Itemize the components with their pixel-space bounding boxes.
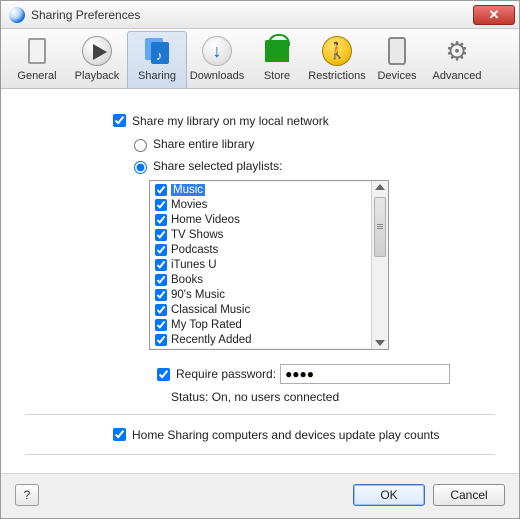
playlist-item[interactable]: Classical Music bbox=[151, 302, 370, 317]
playlist-item-checkbox[interactable] bbox=[155, 199, 167, 211]
playlist-list: Music Movies Home Videos TV Shows Podcasts iT… bbox=[150, 181, 371, 349]
playlist-item[interactable]: My Top Rated bbox=[151, 317, 370, 332]
tab-downloads[interactable]: ↓ Downloads bbox=[187, 31, 247, 88]
password-row: Require password: bbox=[25, 364, 495, 384]
home-sharing-label[interactable]: Home Sharing computers and devices updat… bbox=[132, 428, 440, 442]
playlist-item-checkbox[interactable] bbox=[155, 214, 167, 226]
tab-general[interactable]: General bbox=[7, 31, 67, 88]
password-field[interactable] bbox=[280, 364, 450, 384]
share-library-label[interactable]: Share my library on my local network bbox=[132, 114, 329, 128]
store-icon bbox=[262, 36, 292, 66]
playlist-item-checkbox[interactable] bbox=[155, 259, 167, 271]
playlist-item-label: My Top Rated bbox=[171, 319, 242, 331]
playlist-item-label: Home Videos bbox=[171, 214, 240, 226]
tab-devices-label: Devices bbox=[377, 70, 416, 82]
help-button[interactable]: ? bbox=[15, 484, 39, 506]
tab-advanced[interactable]: ⚙ Advanced bbox=[427, 31, 487, 88]
titlebar: Sharing Preferences ✕ bbox=[1, 1, 519, 29]
tab-general-label: General bbox=[17, 70, 56, 82]
playlist-item-label: Music bbox=[171, 184, 205, 196]
home-sharing-checkbox[interactable] bbox=[113, 428, 126, 441]
playlist-item-checkbox[interactable] bbox=[155, 184, 167, 196]
playlist-item[interactable]: iTunes U bbox=[151, 257, 370, 272]
share-entire-label[interactable]: Share entire library bbox=[153, 137, 254, 151]
playlist-item-label: TV Shows bbox=[171, 229, 223, 241]
status-label: Status: bbox=[171, 390, 208, 404]
playlist-item-label: Podcasts bbox=[171, 244, 218, 256]
tab-store[interactable]: Store bbox=[247, 31, 307, 88]
tab-downloads-label: Downloads bbox=[190, 70, 244, 82]
require-password-label[interactable]: Require password: bbox=[176, 367, 276, 381]
share-selected-label[interactable]: Share selected playlists: bbox=[153, 159, 282, 173]
playlist-item-checkbox[interactable] bbox=[155, 274, 167, 286]
share-library-row: Share my library on my local network bbox=[25, 111, 495, 130]
status-row: Status: On, no users connected bbox=[25, 390, 495, 404]
playlist-item[interactable]: TV Shows bbox=[151, 227, 370, 242]
playlist-scrollbar[interactable] bbox=[371, 181, 388, 349]
tab-playback[interactable]: Playback bbox=[67, 31, 127, 88]
preferences-window: Sharing Preferences ✕ General Playback ♪… bbox=[0, 0, 520, 519]
downloads-icon: ↓ bbox=[202, 36, 232, 66]
share-selected-row: Share selected playlists: bbox=[25, 158, 495, 174]
playlist-item[interactable]: Books bbox=[151, 272, 370, 287]
window-title: Sharing Preferences bbox=[31, 8, 473, 22]
tab-restrictions[interactable]: 🚶 Restrictions bbox=[307, 31, 367, 88]
advanced-icon: ⚙ bbox=[442, 36, 472, 66]
separator-2 bbox=[25, 454, 495, 455]
playlist-item-checkbox[interactable] bbox=[155, 229, 167, 241]
playlist-item-label: 90's Music bbox=[171, 289, 225, 301]
share-entire-row: Share entire library bbox=[25, 136, 495, 152]
tab-store-label: Store bbox=[264, 70, 290, 82]
tab-sharing[interactable]: ♪ Sharing bbox=[127, 31, 187, 88]
sharing-icon: ♪ bbox=[142, 36, 172, 66]
playlist-item[interactable]: Movies bbox=[151, 197, 370, 212]
playlist-item-label: Books bbox=[171, 274, 203, 286]
playlist-item[interactable]: Music bbox=[151, 182, 370, 197]
scrollbar-thumb[interactable] bbox=[374, 197, 386, 257]
playback-icon bbox=[82, 36, 112, 66]
playlist-item-label: Movies bbox=[171, 199, 207, 211]
playlist-item[interactable]: Recently Added bbox=[151, 332, 370, 347]
ok-button[interactable]: OK bbox=[353, 484, 425, 506]
playlist-item[interactable]: Podcasts bbox=[151, 242, 370, 257]
share-library-checkbox[interactable] bbox=[113, 114, 126, 127]
general-icon bbox=[22, 36, 52, 66]
require-password-checkbox[interactable] bbox=[157, 368, 170, 381]
close-button[interactable]: ✕ bbox=[473, 5, 515, 25]
playlist-item[interactable]: Home Videos bbox=[151, 212, 370, 227]
separator bbox=[25, 414, 495, 415]
footer: ? OK Cancel bbox=[1, 473, 519, 518]
playlist-item-checkbox[interactable] bbox=[155, 319, 167, 331]
playlist-item-label: Recently Added bbox=[171, 334, 252, 346]
playlist-item-checkbox[interactable] bbox=[155, 289, 167, 301]
home-sharing-row: Home Sharing computers and devices updat… bbox=[25, 425, 495, 444]
share-selected-radio[interactable] bbox=[134, 161, 147, 174]
devices-icon bbox=[382, 36, 412, 66]
content-pane: Share my library on my local network Sha… bbox=[1, 89, 519, 473]
tab-playback-label: Playback bbox=[75, 70, 120, 82]
playlist-item-label: Classical Music bbox=[171, 304, 250, 316]
playlist-item-label: iTunes U bbox=[171, 259, 217, 271]
restrictions-icon: 🚶 bbox=[322, 36, 352, 66]
app-icon bbox=[9, 7, 25, 23]
cancel-button[interactable]: Cancel bbox=[433, 484, 505, 506]
status-value: On, no users connected bbox=[212, 390, 339, 404]
playlist-item[interactable]: 90's Music bbox=[151, 287, 370, 302]
tab-advanced-label: Advanced bbox=[433, 70, 482, 82]
tab-sharing-label: Sharing bbox=[138, 70, 176, 82]
playlist-item-checkbox[interactable] bbox=[155, 304, 167, 316]
tab-devices[interactable]: Devices bbox=[367, 31, 427, 88]
playlist-item-checkbox[interactable] bbox=[155, 334, 167, 346]
share-entire-radio[interactable] bbox=[134, 139, 147, 152]
playlist-item-checkbox[interactable] bbox=[155, 244, 167, 256]
playlist-listbox[interactable]: Music Movies Home Videos TV Shows Podcasts iT… bbox=[149, 180, 389, 350]
toolbar: General Playback ♪ Sharing ↓ Downloads S… bbox=[1, 29, 519, 89]
tab-restrictions-label: Restrictions bbox=[308, 70, 365, 82]
